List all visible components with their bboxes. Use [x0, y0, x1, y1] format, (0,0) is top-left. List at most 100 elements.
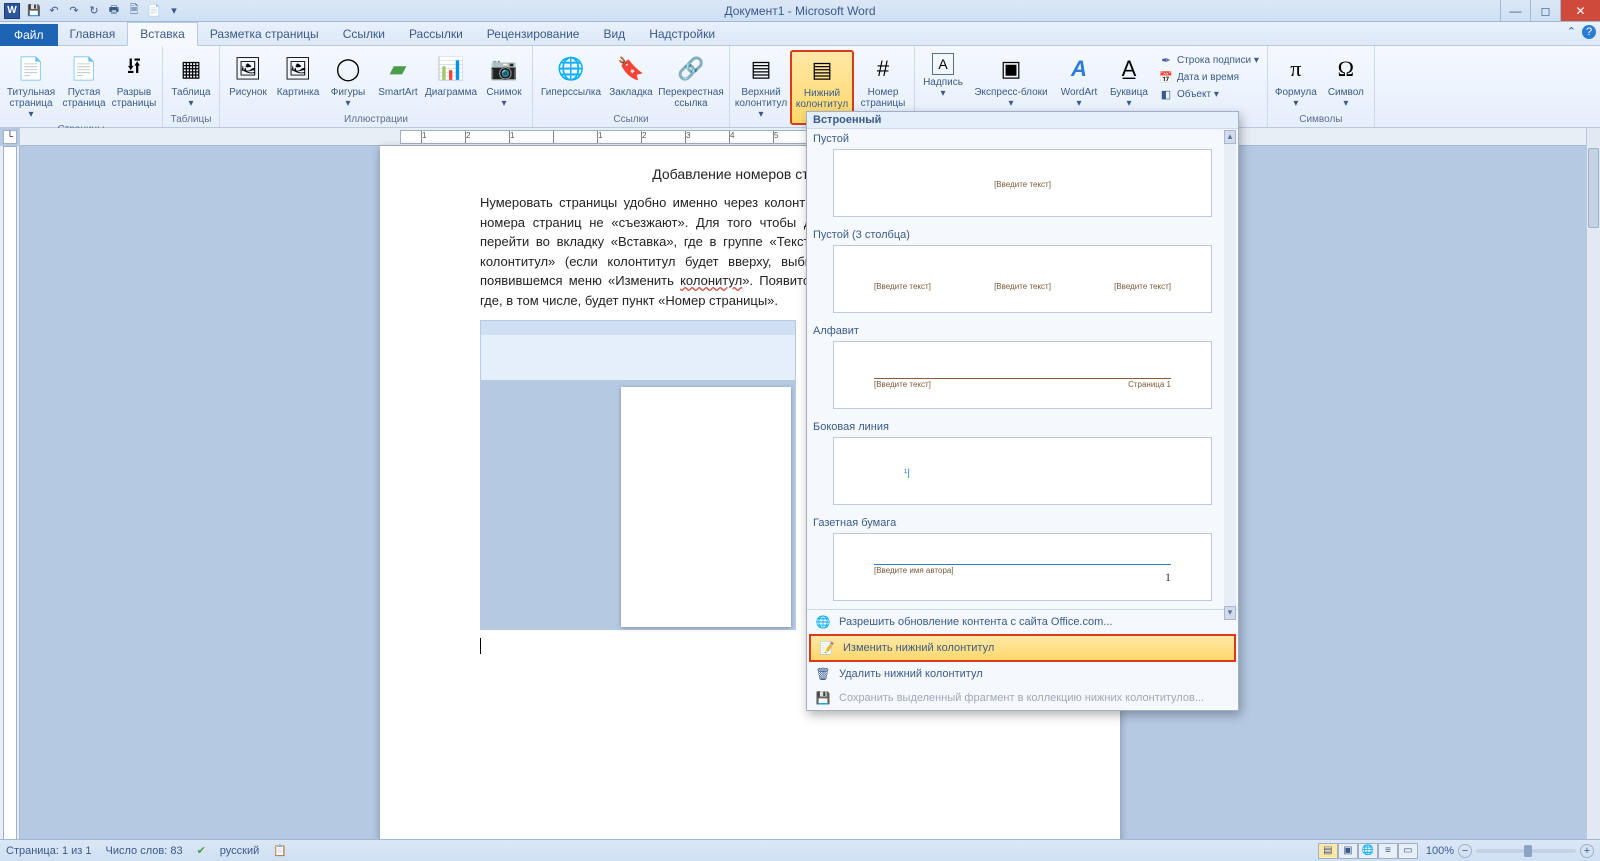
hyperlink-button[interactable]: 🌐Гиперссылка — [537, 50, 605, 101]
tab-mailings[interactable]: Рассылки — [397, 23, 475, 45]
zoom-level[interactable]: 100% — [1426, 845, 1454, 857]
qat-refresh-icon[interactable]: ↻ — [86, 3, 102, 19]
number-icon: # — [867, 53, 899, 85]
workspace: └ 121123456789101112 Добавление номеров … — [0, 128, 1586, 839]
chart-button[interactable]: 📊Диаграмма — [424, 50, 478, 101]
tab-review[interactable]: Рецензирование — [475, 23, 592, 45]
zoom-out-button[interactable]: − — [1458, 844, 1472, 858]
menu-office-com[interactable]: 🌐Разрешить обновление контента с сайта O… — [807, 610, 1238, 634]
tab-addins[interactable]: Надстройки — [637, 23, 727, 45]
qat-print-icon[interactable]: 🖶 — [106, 3, 122, 19]
status-insert-mode[interactable]: 📋 — [273, 844, 287, 857]
view-full-screen[interactable]: ▣ — [1338, 843, 1358, 859]
shapes-icon: ◯ — [332, 53, 364, 85]
wordart-icon: A — [1063, 53, 1095, 85]
dropcap-button[interactable]: A̲Буквица ▾ — [1105, 50, 1153, 112]
close-button[interactable]: ✕ — [1560, 0, 1600, 21]
group-tables: ▦Таблица ▾ Таблицы — [163, 46, 220, 127]
header-icon: ▤ — [745, 53, 777, 85]
header-button[interactable]: ▤Верхний колонтитул ▾ — [734, 50, 788, 123]
gallery-preview-newsprint[interactable]: [Введите имя автора] 1 — [833, 533, 1212, 601]
status-spellcheck[interactable]: ✔ — [197, 844, 206, 857]
ruler-tab-selector[interactable]: └ — [3, 130, 17, 144]
blocks-icon: ▣ — [995, 53, 1027, 85]
scroll-up-icon[interactable]: ▴ — [1224, 130, 1236, 144]
group-symbols: πФормула ▾ ΩСимвол ▾ Символы — [1268, 46, 1375, 127]
scrollbar-thumb[interactable] — [1588, 148, 1599, 228]
menu-save-selection: 💾Сохранить выделенный фрагмент в коллекц… — [807, 686, 1238, 710]
gallery-preview-blank[interactable]: [Введите текст] — [833, 149, 1212, 217]
qat-new-icon[interactable]: 📄 — [146, 3, 162, 19]
tab-view[interactable]: Вид — [591, 23, 637, 45]
qat-redo-icon[interactable]: ↷ — [66, 3, 82, 19]
textbox-icon: A — [932, 53, 954, 75]
view-print-layout[interactable]: ▤ — [1318, 843, 1338, 859]
save-icon: 💾 — [815, 690, 831, 706]
datetime-button[interactable]: 📅Дата и время — [1157, 69, 1261, 85]
quickparts-button[interactable]: ▣Экспресс-блоки ▾ — [969, 50, 1053, 112]
gallery-preview-sideline[interactable]: ¹| — [833, 437, 1212, 505]
table-icon: ▦ — [175, 53, 207, 85]
table-button[interactable]: ▦Таблица ▾ — [167, 50, 215, 112]
picture-button[interactable]: 🖼Рисунок — [224, 50, 272, 101]
cover-page-button[interactable]: 📄Титульная страница ▾ — [4, 50, 58, 123]
qat-more-icon[interactable]: ▾ — [166, 3, 182, 19]
window-controls: — ◻ ✕ — [1500, 0, 1600, 21]
gallery-preview-alphabet[interactable]: [Введите текст] Страница 1 — [833, 341, 1212, 409]
menu-edit-footer[interactable]: 📝Изменить нижний колонтитул — [809, 634, 1236, 662]
bookmark-button[interactable]: 🔖Закладка — [607, 50, 655, 101]
text-small-buttons: ✒Строка подписи ▾ 📅Дата и время ◧Объект … — [1155, 50, 1263, 104]
textbox-button[interactable]: AНадпись ▾ — [919, 50, 967, 102]
minimize-ribbon-icon[interactable]: ⌃ — [1567, 25, 1576, 39]
status-page[interactable]: Страница: 1 из 1 — [6, 845, 92, 857]
status-words[interactable]: Число слов: 83 — [106, 845, 183, 857]
view-buttons: ▤ ▣ 🌐 ≡ ▭ — [1318, 843, 1418, 859]
gallery-preview-3col[interactable]: [Введите текст] [Введите текст] [Введите… — [833, 245, 1212, 313]
gallery-scrollbar[interactable]: ▴ ▾ — [1224, 130, 1236, 620]
window-title: Документ1 - Microsoft Word — [0, 4, 1600, 18]
crossref-button[interactable]: 🔗Перекрестная ссылка — [657, 50, 725, 112]
tab-layout[interactable]: Разметка страницы — [198, 23, 331, 45]
page-icon: 📄 — [15, 53, 47, 85]
equation-button[interactable]: πФормула ▾ — [1272, 50, 1320, 112]
vertical-scrollbar[interactable] — [1586, 128, 1600, 839]
view-draft[interactable]: ▭ — [1398, 843, 1418, 859]
wordart-button[interactable]: AWordArt ▾ — [1055, 50, 1103, 112]
screenshot-button[interactable]: 📷Снимок ▾ — [480, 50, 528, 112]
file-tab[interactable]: Файл — [0, 24, 58, 46]
symbol-button[interactable]: ΩСимвол ▾ — [1322, 50, 1370, 112]
zoom-in-button[interactable]: + — [1580, 844, 1594, 858]
view-outline[interactable]: ≡ — [1378, 843, 1398, 859]
smartart-icon: ▰ — [382, 53, 414, 85]
tab-insert[interactable]: Вставка — [127, 22, 198, 46]
help-icon[interactable]: ? — [1582, 25, 1596, 39]
zoom-slider[interactable] — [1476, 849, 1576, 853]
word-icon[interactable]: W — [4, 3, 20, 19]
smartart-button[interactable]: ▰SmartArt — [374, 50, 422, 101]
embedded-screenshot — [480, 320, 796, 630]
minimize-button[interactable]: — — [1500, 0, 1530, 21]
page-break-button[interactable]: ⭿Разрыв страницы — [110, 50, 158, 112]
zoom-slider-thumb[interactable] — [1524, 845, 1532, 857]
shapes-button[interactable]: ◯Фигуры ▾ — [324, 50, 372, 112]
status-language[interactable]: русский — [220, 845, 259, 857]
menu-remove-footer[interactable]: 🗑Удалить нижний колонтитул — [807, 662, 1238, 686]
qat-save-icon[interactable]: 💾 — [26, 3, 42, 19]
vertical-ruler[interactable] — [3, 146, 17, 846]
clipart-button[interactable]: 🖼Картинка — [274, 50, 322, 101]
tab-references[interactable]: Ссылки — [331, 23, 397, 45]
page-icon: 📄 — [68, 53, 100, 85]
qat-undo-icon[interactable]: ↶ — [46, 3, 62, 19]
object-button[interactable]: ◧Объект ▾ — [1157, 86, 1261, 102]
maximize-button[interactable]: ◻ — [1530, 0, 1560, 21]
qat-preview-icon[interactable]: 🗎 — [126, 3, 142, 19]
scroll-down-icon[interactable]: ▾ — [1224, 606, 1236, 620]
tab-home[interactable]: Главная — [58, 23, 128, 45]
globe-icon: 🌐 — [555, 53, 587, 85]
signature-line-button[interactable]: ✒Строка подписи ▾ — [1157, 52, 1261, 68]
break-icon: ⭿ — [118, 53, 150, 85]
gallery-item-label: Газетная бумага — [813, 515, 1232, 531]
view-web-layout[interactable]: 🌐 — [1358, 843, 1378, 859]
blank-page-button[interactable]: 📄Пустая страница — [60, 50, 108, 112]
edit-icon: 📝 — [819, 640, 835, 656]
